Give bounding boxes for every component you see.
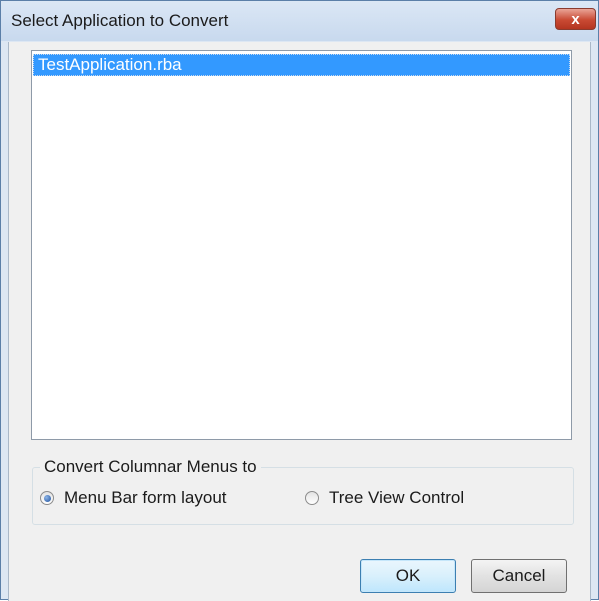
application-listbox[interactable]: TestApplication.rba (31, 50, 572, 440)
cancel-button[interactable]: Cancel (471, 559, 567, 593)
radio-label-tree-view: Tree View Control (329, 488, 465, 507)
close-button[interactable]: x (555, 8, 596, 30)
title-bar[interactable]: Select Application to Convert x (1, 1, 598, 41)
window-title: Select Application to Convert (11, 11, 229, 30)
radio-dot (43, 494, 51, 502)
ok-button[interactable]: OK (360, 559, 456, 593)
close-icon: x (571, 10, 580, 28)
dialog-client-area: TestApplication.rba Convert Columnar Men… (8, 42, 591, 601)
list-item-selected[interactable]: TestApplication.rba (33, 54, 570, 76)
dialog-window: Select Application to Convert x TestAppl… (0, 0, 599, 601)
radio-unselected-icon[interactable] (305, 491, 319, 505)
radio-tree-view-control[interactable]: Tree View Control (305, 487, 464, 509)
radio-selected-icon[interactable] (40, 491, 54, 505)
group-label: Convert Columnar Menus to (40, 457, 261, 477)
radio-label-menu-bar: Menu Bar form layout (64, 488, 227, 507)
radio-menu-bar-form-layout[interactable]: Menu Bar form layout (40, 487, 227, 509)
